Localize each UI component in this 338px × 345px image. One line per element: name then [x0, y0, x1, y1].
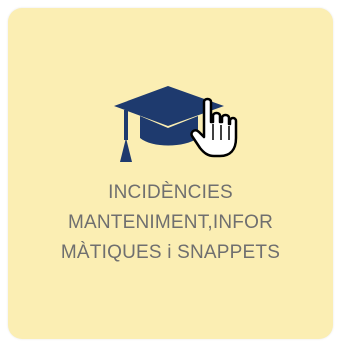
tile-label: INCIDÈNCIES MANTENIMENT,INFOR MÀTIQUES i… — [8, 178, 333, 268]
graduation-cap-icon — [110, 76, 242, 176]
tile-label-line-3: MÀTIQUES i SNAPPETS — [60, 242, 281, 263]
tile-label-line-1: INCIDÈNCIES — [108, 182, 233, 203]
tile-label-line-2: MANTENIMENT,INFOR — [67, 212, 273, 233]
incidencies-tile[interactable]: INCIDÈNCIES MANTENIMENT,INFOR MÀTIQUES i… — [8, 8, 333, 339]
